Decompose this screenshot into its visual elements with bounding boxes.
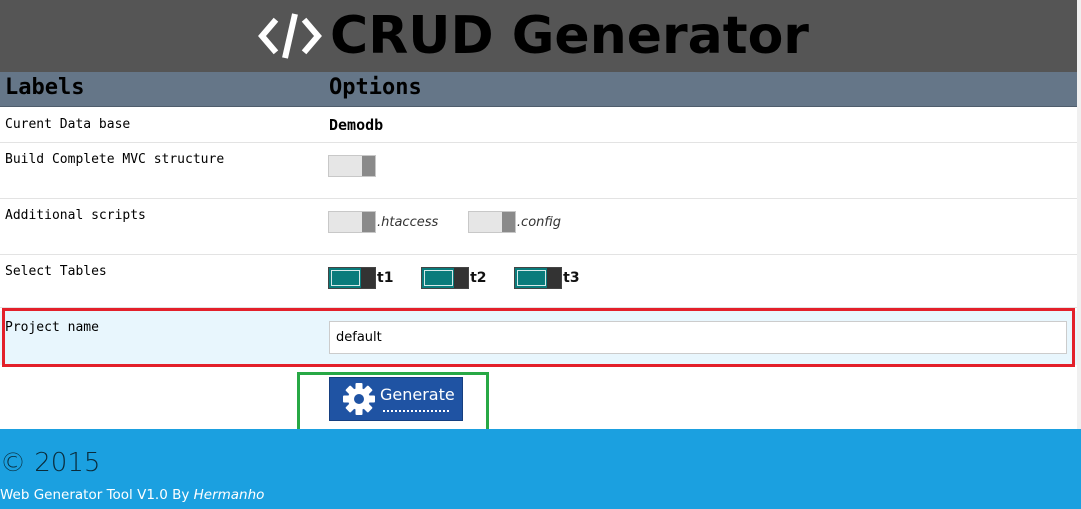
htaccess-label: .htaccess <box>377 214 439 230</box>
progress-dots <box>383 410 449 412</box>
table-t1-toggle[interactable] <box>328 267 376 289</box>
table-header: Labels Options <box>0 72 1077 107</box>
project-row: Project name <box>0 311 1077 365</box>
tables-row: Select Tables t1 t2 t3 <box>0 255 1077 308</box>
table-t3-label: t3 <box>563 270 580 286</box>
options-column-header: Options <box>329 75 422 100</box>
scripts-options: .htaccess .config <box>328 211 561 233</box>
database-row: Curent Data base Demodb <box>0 107 1077 143</box>
table-t3-toggle[interactable] <box>514 267 563 289</box>
code-icon <box>258 13 322 59</box>
toggle-knob <box>362 212 375 232</box>
htaccess-toggle[interactable] <box>328 211 376 233</box>
generate-button[interactable]: Generate <box>329 377 463 421</box>
footer-credit-text: Web Generator Tool V1.0 By <box>0 487 194 503</box>
footer-credit: Web Generator Tool V1.0 By Hermanho <box>0 487 264 503</box>
footer-copyright: © 2015 <box>0 448 101 478</box>
gear-icon <box>343 383 375 415</box>
toggle-knob <box>362 156 375 176</box>
project-name-input[interactable] <box>329 321 1067 354</box>
toggle-knob <box>547 268 562 288</box>
mvc-label: Build Complete MVC structure <box>5 152 225 167</box>
toggle-knob <box>501 212 515 232</box>
table-t1-label: t1 <box>377 270 394 286</box>
database-value: Demodb <box>329 116 384 134</box>
database-label: Curent Data base <box>5 117 131 132</box>
scripts-label: Additional scripts <box>5 208 146 223</box>
page-title: CRUD Generator <box>330 6 809 66</box>
tables-label: Select Tables <box>5 264 107 279</box>
mvc-row: Build Complete MVC structure <box>0 143 1077 199</box>
project-label: Project name <box>5 320 99 335</box>
toggle-knob <box>361 268 375 288</box>
toggle-knob <box>454 268 469 288</box>
config-toggle[interactable] <box>467 211 516 233</box>
app-header: CRUD Generator <box>0 0 1077 72</box>
footer-author: Hermanho <box>193 487 265 503</box>
config-label: .config <box>516 214 562 230</box>
labels-column-header: Labels <box>5 75 85 100</box>
mvc-option <box>328 155 376 177</box>
mvc-toggle[interactable] <box>328 155 376 177</box>
scripts-row: Additional scripts .htaccess .config <box>0 199 1077 255</box>
table-t2-toggle[interactable] <box>421 267 470 289</box>
footer: © 2015 Web Generator Tool V1.0 By Herman… <box>0 429 1081 509</box>
scrollbar[interactable] <box>1077 0 1081 429</box>
tables-options: t1 t2 t3 <box>328 267 580 289</box>
generate-button-label: Generate <box>380 384 455 404</box>
table-t2-label: t2 <box>470 270 487 286</box>
